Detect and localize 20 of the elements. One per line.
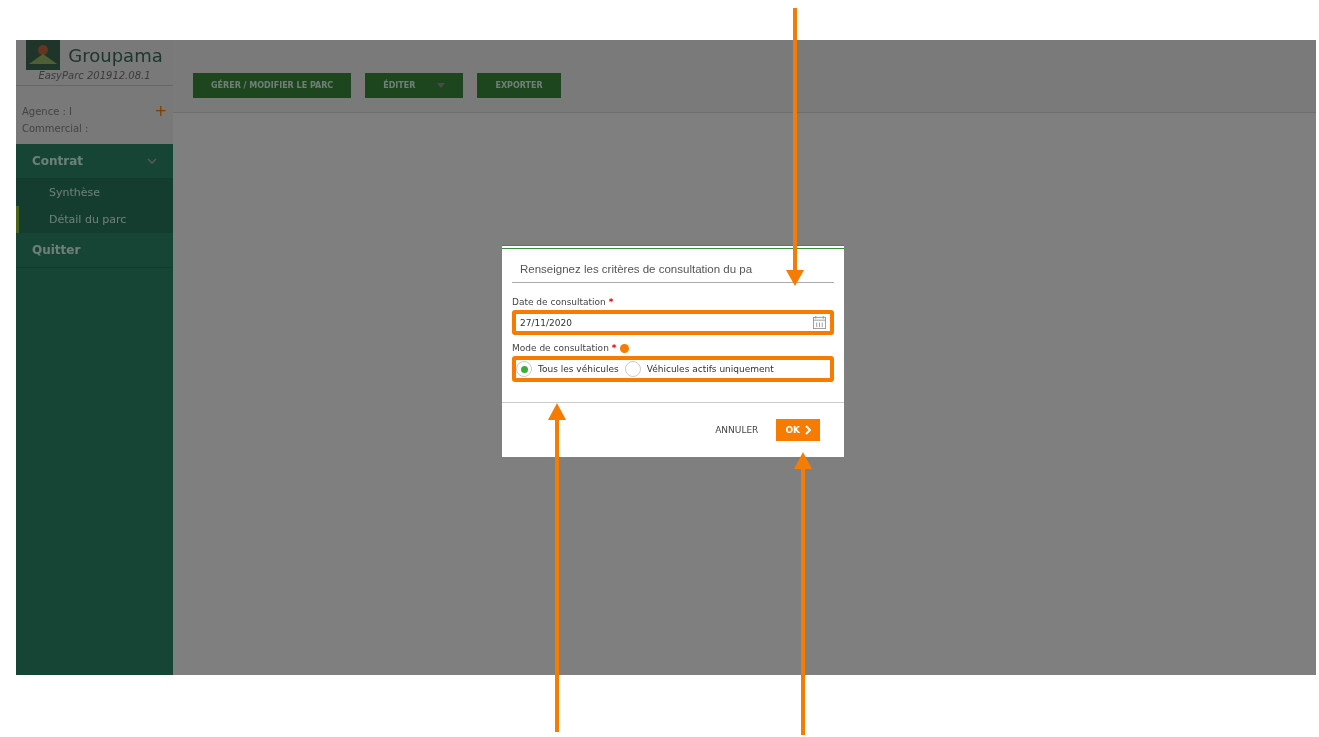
- radio-label[interactable]: Véhicules actifs uniquement: [646, 364, 774, 374]
- edit-dropdown-button[interactable]: ÉDITER: [365, 73, 464, 98]
- toolbar-button[interactable]: GÉRER / MODIFIER LE PARC: [193, 73, 352, 98]
- chevron-icon: [147, 158, 157, 164]
- ok-button[interactable]: OK: [776, 419, 820, 441]
- caret-icon: [437, 83, 446, 88]
- cancel-button[interactable]: ANNULER: [709, 424, 765, 436]
- date-field[interactable]: 27/11/2020: [512, 310, 834, 335]
- calendar-icon[interactable]: [813, 316, 826, 329]
- version-text: EasyParc 201912.08.1: [38, 70, 151, 81]
- radio-label[interactable]: Tous les véhicules: [538, 364, 619, 374]
- chevron-icon: [805, 425, 811, 435]
- toolbar-button[interactable]: EXPORTER: [477, 73, 561, 98]
- info-icon[interactable]: [620, 343, 630, 353]
- brand-name: Groupama: [68, 44, 163, 66]
- field-logo-icon: [26, 40, 61, 70]
- field-label: Mode de consultation *: [512, 343, 617, 353]
- field-label: Date de consultation *: [512, 297, 615, 307]
- plus-icon[interactable]: +: [154, 106, 167, 117]
- submenu-item[interactable]: Synthèse: [16, 179, 173, 206]
